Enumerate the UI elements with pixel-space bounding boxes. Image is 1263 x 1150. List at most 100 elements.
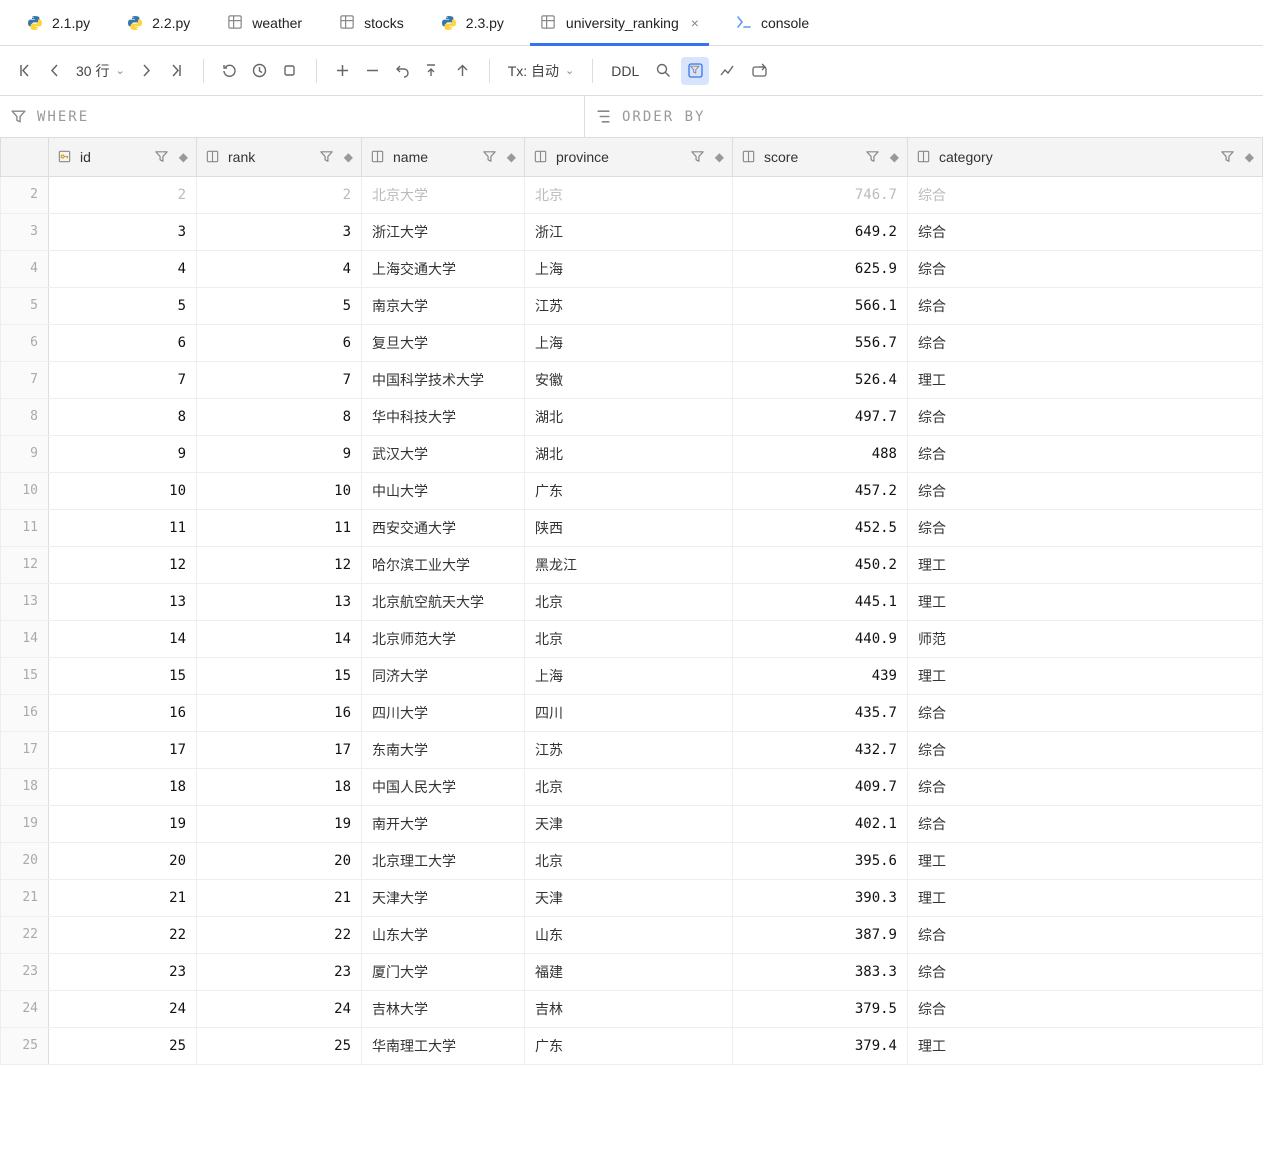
cell-category[interactable]: 综合 (908, 250, 1263, 287)
cell-id[interactable]: 9 (49, 435, 197, 472)
cell-rank[interactable]: 9 (197, 435, 362, 472)
cell-id[interactable]: 24 (49, 990, 197, 1027)
cell-category[interactable]: 理工 (908, 842, 1263, 879)
cell-province[interactable]: 陕西 (525, 509, 733, 546)
last-page-button[interactable] (163, 57, 191, 85)
cell-name[interactable]: 西安交通大学 (362, 509, 525, 546)
sort-icon[interactable]: ◆ (179, 150, 188, 164)
filter-icon[interactable] (690, 149, 705, 164)
cell-rank[interactable]: 17 (197, 731, 362, 768)
table-row[interactable]: 181818中国人民大学北京409.7综合 (1, 768, 1263, 805)
cell-name[interactable]: 厦门大学 (362, 953, 525, 990)
revert-button[interactable] (389, 57, 417, 85)
cell-category[interactable]: 综合 (908, 731, 1263, 768)
cell-score[interactable]: 497.7 (733, 398, 908, 435)
column-header-score[interactable]: score◆ (733, 138, 908, 176)
cell-province[interactable]: 江苏 (525, 287, 733, 324)
cell-score[interactable]: 383.3 (733, 953, 908, 990)
cell-province[interactable]: 吉林 (525, 990, 733, 1027)
table-row[interactable]: 141414北京师范大学北京440.9师范 (1, 620, 1263, 657)
table-row[interactable]: 252525华南理工大学广东379.4理工 (1, 1027, 1263, 1064)
table-row[interactable]: 999武汉大学湖北488综合 (1, 435, 1263, 472)
table-row[interactable]: 888华中科技大学湖北497.7综合 (1, 398, 1263, 435)
tab-console[interactable]: console (717, 0, 827, 45)
sort-icon[interactable]: ◆ (1245, 150, 1254, 164)
cell-name[interactable]: 中山大学 (362, 472, 525, 509)
cell-score[interactable]: 387.9 (733, 916, 908, 953)
cell-province[interactable]: 湖北 (525, 435, 733, 472)
table-row[interactable]: 202020北京理工大学北京395.6理工 (1, 842, 1263, 879)
cell-id[interactable]: 15 (49, 657, 197, 694)
table-row[interactable]: 666复旦大学上海556.7综合 (1, 324, 1263, 361)
cell-name[interactable]: 北京航空航天大学 (362, 583, 525, 620)
cell-name[interactable]: 华中科技大学 (362, 398, 525, 435)
cell-name[interactable]: 复旦大学 (362, 324, 525, 361)
cell-score[interactable]: 440.9 (733, 620, 908, 657)
tab-2-3-py[interactable]: 2.3.py (422, 0, 522, 45)
cell-id[interactable]: 7 (49, 361, 197, 398)
tab-university_ranking[interactable]: university_ranking× (522, 0, 717, 45)
cell-rank[interactable]: 10 (197, 472, 362, 509)
cell-name[interactable]: 东南大学 (362, 731, 525, 768)
remove-row-button[interactable] (359, 57, 387, 85)
cell-id[interactable]: 22 (49, 916, 197, 953)
table-row[interactable]: 212121天津大学天津390.3理工 (1, 879, 1263, 916)
tab-2-1-py[interactable]: 2.1.py (8, 0, 108, 45)
cell-name[interactable]: 天津大学 (362, 879, 525, 916)
cell-category[interactable]: 综合 (908, 324, 1263, 361)
cell-id[interactable]: 14 (49, 620, 197, 657)
cell-rank[interactable]: 16 (197, 694, 362, 731)
sort-icon[interactable]: ◆ (715, 150, 724, 164)
cell-id[interactable]: 11 (49, 509, 197, 546)
cell-name[interactable]: 吉林大学 (362, 990, 525, 1027)
refresh-button[interactable] (216, 57, 244, 85)
cell-category[interactable]: 理工 (908, 546, 1263, 583)
cell-rank[interactable]: 6 (197, 324, 362, 361)
cell-id[interactable]: 18 (49, 768, 197, 805)
table-row[interactable]: 101010中山大学广东457.2综合 (1, 472, 1263, 509)
cell-category[interactable]: 综合 (908, 287, 1263, 324)
close-icon[interactable]: × (691, 15, 699, 31)
table-row[interactable]: 777中国科学技术大学安徽526.4理工 (1, 361, 1263, 398)
cell-province[interactable]: 福建 (525, 953, 733, 990)
cell-name[interactable]: 南京大学 (362, 287, 525, 324)
cell-id[interactable]: 12 (49, 546, 197, 583)
cell-rank[interactable]: 14 (197, 620, 362, 657)
table-row[interactable]: 222222山东大学山东387.9综合 (1, 916, 1263, 953)
cell-category[interactable]: 综合 (908, 805, 1263, 842)
cell-id[interactable]: 16 (49, 694, 197, 731)
tab-2-2-py[interactable]: 2.2.py (108, 0, 208, 45)
cell-score[interactable]: 526.4 (733, 361, 908, 398)
search-button[interactable] (649, 57, 677, 85)
cell-rank[interactable]: 5 (197, 287, 362, 324)
table-row[interactable]: 121212哈尔滨工业大学黑龙江450.2理工 (1, 546, 1263, 583)
cell-province[interactable]: 北京 (525, 768, 733, 805)
prev-page-button[interactable] (40, 57, 68, 85)
cell-score[interactable]: 402.1 (733, 805, 908, 842)
cell-name[interactable]: 南开大学 (362, 805, 525, 842)
sort-icon[interactable]: ◆ (507, 150, 516, 164)
column-header-rank[interactable]: rank◆ (197, 138, 362, 176)
column-header-province[interactable]: province◆ (525, 138, 733, 176)
cell-rank[interactable]: 11 (197, 509, 362, 546)
cell-id[interactable]: 2 (49, 176, 197, 213)
cell-name[interactable]: 北京理工大学 (362, 842, 525, 879)
cell-id[interactable]: 19 (49, 805, 197, 842)
ddl-button[interactable]: DDL (605, 63, 645, 79)
cell-province[interactable]: 天津 (525, 879, 733, 916)
cell-category[interactable]: 综合 (908, 768, 1263, 805)
sort-icon[interactable]: ◆ (890, 150, 899, 164)
filter-icon[interactable] (865, 149, 880, 164)
cell-category[interactable]: 综合 (908, 398, 1263, 435)
table-row[interactable]: 151515同济大学上海439理工 (1, 657, 1263, 694)
stop-button[interactable] (276, 57, 304, 85)
cell-province[interactable]: 山东 (525, 916, 733, 953)
cell-province[interactable]: 上海 (525, 324, 733, 361)
cell-province[interactable]: 湖北 (525, 398, 733, 435)
cell-province[interactable]: 天津 (525, 805, 733, 842)
cell-id[interactable]: 25 (49, 1027, 197, 1064)
cell-province[interactable]: 北京 (525, 620, 733, 657)
cell-rank[interactable]: 3 (197, 213, 362, 250)
cell-score[interactable]: 457.2 (733, 472, 908, 509)
cell-category[interactable]: 综合 (908, 176, 1263, 213)
